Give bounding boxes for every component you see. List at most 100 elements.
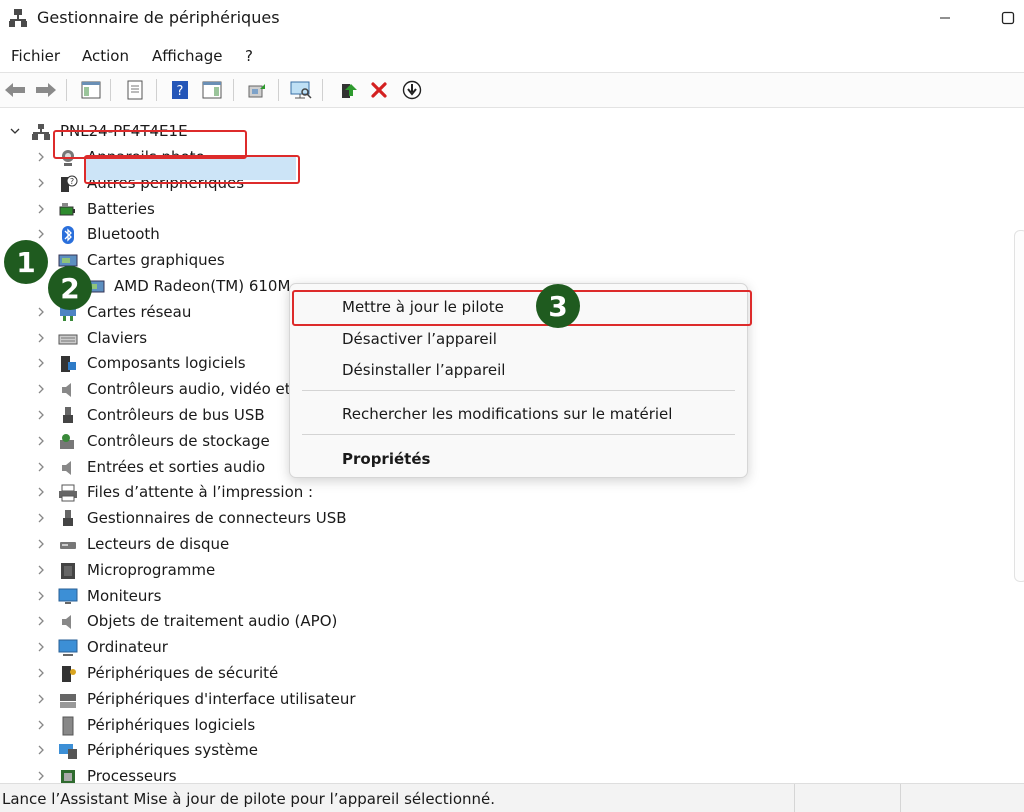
firmware-icon [61, 562, 75, 579]
forward-button[interactable] [34, 78, 58, 102]
ctx-properties[interactable]: Propriétés [342, 450, 430, 468]
tree-category-item[interactable]: Gestionnaires de connecteurs USB [0, 506, 740, 531]
tree-category-item[interactable]: Batteries [0, 197, 740, 222]
device-manager-icon [9, 9, 27, 27]
chevron-right-icon[interactable] [35, 590, 47, 602]
chevron-right-icon[interactable] [35, 538, 47, 550]
chevron-down-icon[interactable] [9, 125, 21, 137]
show-hide-console-tree-button[interactable] [79, 78, 103, 102]
usb-icon [63, 510, 73, 527]
tree-item-label: Claviers [87, 328, 148, 347]
system-device-icon [59, 744, 77, 760]
action-pane-icon [202, 81, 222, 99]
uninstall-device-button[interactable] [367, 78, 391, 102]
menu-bar: Fichier Action Affichage ? [0, 42, 1024, 70]
tree-category-item[interactable]: Microprogramme [0, 558, 740, 583]
window-title: Gestionnaire de périphériques [37, 8, 280, 27]
help-icon: ? [172, 81, 188, 99]
chevron-right-icon[interactable] [35, 228, 47, 240]
tree-category-item[interactable]: Objets de traitement audio (APO) [0, 609, 740, 634]
computer-icon [58, 639, 78, 657]
software-component-icon [61, 356, 76, 373]
chevron-right-icon[interactable] [35, 512, 47, 524]
speaker-icon [62, 615, 71, 630]
chevron-right-icon[interactable] [35, 461, 47, 473]
chevron-right-icon[interactable] [35, 719, 47, 731]
unknown-device-icon: ? [61, 175, 78, 192]
tree-category-item[interactable]: Cartes graphiques [0, 248, 740, 273]
minimize-icon [940, 17, 950, 19]
minimize-button[interactable] [930, 6, 960, 30]
hid-icon [60, 693, 76, 708]
tree-item-label: Contrôleurs de stockage [87, 431, 270, 450]
title-bar: Gestionnaire de périphériques [0, 0, 1024, 38]
chevron-right-icon[interactable] [35, 203, 47, 215]
chevron-right-icon[interactable] [35, 306, 47, 318]
action-pane-button[interactable] [200, 78, 224, 102]
chevron-right-icon[interactable] [35, 383, 47, 395]
download-arrow-icon [402, 80, 422, 100]
maximize-icon [1001, 11, 1015, 25]
chevron-right-icon[interactable] [35, 435, 47, 447]
chevron-right-icon[interactable] [35, 693, 47, 705]
chevron-right-icon[interactable] [35, 744, 47, 756]
side-panel-edge [1014, 230, 1024, 582]
tree-category-item[interactable]: Bluetooth [0, 222, 740, 247]
chevron-right-icon[interactable] [35, 409, 47, 421]
properties-button[interactable] [123, 78, 147, 102]
help-button[interactable]: ? [168, 78, 192, 102]
back-button[interactable] [3, 78, 27, 102]
enable-device-button[interactable] [336, 78, 360, 102]
disk-drive-icon [60, 542, 76, 549]
chevron-right-icon[interactable] [35, 357, 47, 369]
tree-item-label: Périphériques de sécurité [87, 664, 279, 682]
ctx-scan-hardware[interactable]: Rechercher les modifications sur le maté… [342, 405, 672, 423]
status-text: Lance l’Assistant Mise à jour de pilote … [2, 790, 496, 808]
highlight-amd-radeon [84, 155, 300, 184]
chevron-right-icon[interactable] [35, 332, 47, 344]
back-arrow-icon [5, 83, 25, 97]
tree-item-label: Batteries [87, 199, 155, 218]
tree-item-label: Gestionnaires de connecteurs USB [87, 509, 347, 528]
maximize-button[interactable] [993, 6, 1023, 30]
monitor-icon [58, 588, 78, 604]
menu-help[interactable]: ? [245, 47, 253, 65]
status-bar: Lance l’Assistant Mise à jour de pilote … [0, 783, 1024, 812]
svg-text:?: ? [70, 177, 74, 186]
tree-item-label: Ordinateur [87, 638, 168, 657]
chevron-right-icon[interactable] [35, 641, 47, 653]
chevron-right-icon[interactable] [35, 615, 47, 627]
chevron-right-icon[interactable] [35, 177, 47, 189]
tree-category-item[interactable]: Périphériques de sécurité [0, 661, 740, 686]
tree-category-item[interactable]: Périphériques logiciels [0, 713, 740, 738]
keyboard-icon [58, 334, 78, 345]
tree-category-item[interactable]: Ordinateur [0, 635, 740, 660]
tree-category-item[interactable]: Périphériques d'interface utilisateur [0, 687, 740, 712]
ctx-disable-device[interactable]: Désactiver l’appareil [342, 330, 497, 348]
disable-device-button[interactable] [400, 78, 424, 102]
chevron-right-icon[interactable] [35, 151, 47, 163]
chevron-right-icon[interactable] [35, 667, 47, 679]
tree-category-item[interactable]: Périphériques système [0, 738, 740, 763]
tree-item-label: Processeurs [87, 767, 177, 783]
tree-category-item[interactable]: Lecteurs de disque [0, 532, 740, 557]
scan-hardware-button[interactable] [289, 78, 313, 102]
step-badge-2: 2 [48, 266, 92, 310]
speaker-icon [62, 460, 71, 475]
chevron-right-icon[interactable] [35, 770, 47, 782]
enable-device-icon [342, 84, 357, 98]
tree-item-label: Objets de traitement audio (APO) [87, 612, 338, 631]
menu-action[interactable]: Action [82, 47, 129, 65]
speaker-icon [62, 383, 71, 398]
ctx-uninstall-device[interactable]: Désinstaller l’appareil [342, 361, 505, 379]
tree-item-label: Composants logiciels [87, 354, 246, 373]
toolbar: ? [0, 72, 1024, 108]
chevron-right-icon[interactable] [35, 564, 47, 576]
menu-fichier[interactable]: Fichier [11, 47, 60, 65]
tree-category-item[interactable]: Moniteurs [0, 584, 740, 609]
update-driver-toolbar-button[interactable] [245, 78, 269, 102]
tree-category-item[interactable]: Files d’attente à l’impression : [0, 480, 740, 505]
tree-category-item[interactable]: Processeurs [0, 764, 740, 783]
chevron-right-icon[interactable] [35, 486, 47, 498]
menu-affichage[interactable]: Affichage [152, 47, 222, 65]
